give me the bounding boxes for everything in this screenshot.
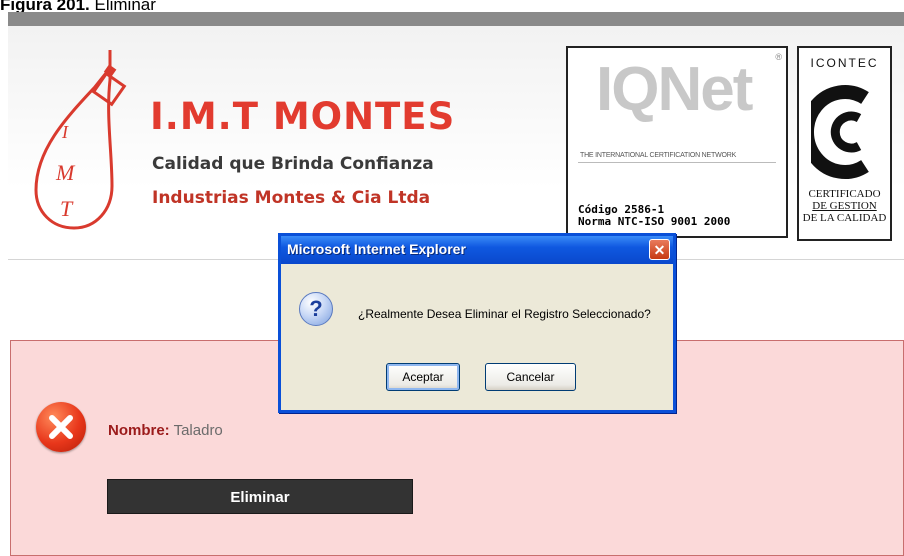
- record-name-field: Nombre: Taladro: [108, 422, 223, 439]
- close-icon[interactable]: ✕: [649, 239, 670, 260]
- icontec-certificate-badge: ICONTEC CERTIFICADO DE GESTION DE LA CAL…: [797, 46, 892, 241]
- accept-button[interactable]: Aceptar: [386, 363, 460, 391]
- icontec-cert-line2: DE GESTION: [812, 200, 877, 212]
- dialog-title: Microsoft Internet Explorer: [287, 241, 466, 257]
- logo-letter-t: T: [60, 196, 74, 221]
- top-bar: [8, 12, 904, 26]
- icontec-logo-text: ICONTEC: [810, 56, 879, 70]
- iqnet-norm-line: Norma NTC-ISO 9001 2000: [578, 215, 731, 228]
- icontec-cert-line1: CERTIFICADO: [808, 188, 881, 200]
- iqnet-certificate-badge: IQNet ® THE INTERNATIONAL CERTIFICATION …: [566, 46, 788, 238]
- company-name: I.M.T MONTES: [150, 95, 456, 138]
- iqnet-logo-text: IQNet: [596, 55, 753, 124]
- registered-mark-icon: ®: [775, 52, 782, 62]
- confirm-dialog: Microsoft Internet Explorer ✕ ? ¿Realmen…: [278, 233, 676, 413]
- iqnet-divider: [578, 162, 776, 163]
- icontec-cert-text: CERTIFICADO DE GESTION DE LA CALIDAD: [799, 188, 890, 224]
- icontec-c-icon: [811, 85, 869, 179]
- icontec-cert-line3: DE LA CALIDAD: [802, 212, 887, 224]
- cancel-button[interactable]: Cancelar: [485, 363, 576, 391]
- logo-letter-i: I: [61, 122, 69, 142]
- dialog-message: ¿Realmente Desea Eliminar el Registro Se…: [358, 307, 651, 321]
- imt-drop-logo: I M T: [34, 50, 127, 230]
- logo-letter-m: M: [55, 160, 76, 185]
- iqnet-network-text: THE INTERNATIONAL CERTIFICATION NETWORK: [580, 152, 737, 159]
- delete-button[interactable]: Eliminar: [107, 479, 413, 514]
- error-x-icon: [36, 402, 86, 452]
- record-name-label: Nombre:: [108, 422, 170, 439]
- company-slogan: Calidad que Brinda Confianza: [152, 154, 434, 174]
- record-name-value: Taladro: [173, 422, 223, 439]
- dialog-title-bar[interactable]: Microsoft Internet Explorer ✕: [281, 236, 673, 264]
- question-icon: ?: [299, 292, 333, 326]
- iqnet-code: Código 2586-1 Norma NTC-ISO 9001 2000: [578, 204, 730, 228]
- company-legal-name: Industrias Montes & Cia Ltda: [152, 188, 431, 208]
